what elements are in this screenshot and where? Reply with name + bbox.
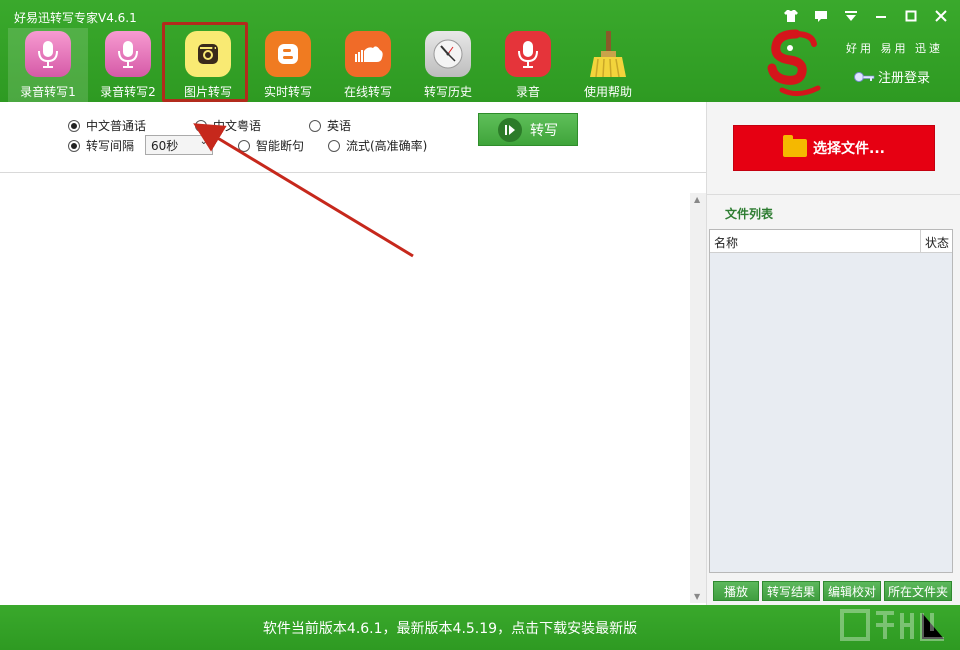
play-icon	[498, 117, 522, 142]
radio-indicator	[195, 119, 207, 132]
interval-select[interactable]: 60秒 ⌄	[145, 135, 213, 155]
toolbar-item-label: 录音转写2	[100, 85, 156, 99]
chevron-down-icon: ⌄	[199, 136, 208, 147]
folder-icon	[783, 135, 808, 157]
toolbar-item-online-transcribe[interactable]: 在线转写	[328, 28, 408, 102]
blogger-icon	[265, 31, 311, 77]
open-folder-button[interactable]: 所在文件夹	[884, 581, 952, 601]
dropdown-menu-icon[interactable]	[840, 6, 862, 26]
select-file-button[interactable]: 选择文件...	[733, 125, 935, 171]
toolbar-item-record-transcribe-2[interactable]: 录音转写2	[88, 28, 168, 102]
instagram-camera-icon	[185, 31, 231, 77]
radio-label: 英语	[327, 119, 352, 133]
brand-slogan: 好用 易用 迅速	[846, 42, 943, 55]
file-list-title: 文件列表	[725, 207, 774, 221]
broom-icon	[585, 31, 631, 77]
radio-indicator	[238, 139, 250, 152]
toolbar-item-record-transcribe-1[interactable]: 录音转写1	[8, 28, 88, 102]
convert-button[interactable]: 转写	[478, 113, 578, 146]
update-notice-link[interactable]: 软件当前版本4.6.1，最新版本4.5.19，点击下载安装最新版	[263, 618, 637, 638]
divider	[707, 194, 960, 195]
table-header: 名称 状态	[710, 230, 952, 253]
radio-mandarin[interactable]: 中文普通话	[68, 117, 146, 134]
message-icon[interactable]	[810, 6, 832, 26]
radio-interval[interactable]: 转写间隔	[68, 137, 134, 154]
column-divider	[920, 230, 921, 252]
key-icon	[854, 71, 875, 82]
toolbar-item-label: 使用帮助	[583, 85, 632, 99]
radio-label: 转写间隔	[86, 139, 135, 153]
login-link[interactable]: 注册登录	[854, 67, 930, 86]
edit-proofread-button[interactable]: 编辑校对	[823, 581, 881, 601]
minimize-icon[interactable]	[870, 6, 892, 26]
radio-streaming[interactable]: 流式(高准确率)	[328, 137, 427, 154]
soundcloud-icon	[345, 31, 391, 77]
radio-label: 流式(高准确率)	[346, 139, 428, 153]
toolbar-item-label: 实时转写	[263, 85, 312, 99]
watermark-logo	[840, 600, 960, 650]
header-bar: 好易迅转写专家V4.6.1 录音转写1 录音转写2 图片转写 实时转写 在线转写…	[0, 0, 960, 102]
toolbar-item-label: 转写历史	[423, 85, 472, 99]
microphone-pink-icon	[25, 31, 71, 77]
convert-label: 转写	[530, 122, 558, 139]
radio-english[interactable]: 英语	[309, 117, 351, 134]
microphone-red-icon	[505, 31, 551, 77]
radio-cantonese[interactable]: 中文粤语	[195, 117, 261, 134]
toolbar-item-image-transcribe[interactable]: 图片转写	[162, 22, 248, 102]
file-list-table[interactable]: 名称 状态	[709, 229, 953, 573]
toolbar-item-realtime-transcribe[interactable]: 实时转写	[248, 28, 328, 102]
app-window: 好易迅转写专家V4.6.1 录音转写1 录音转写2 图片转写 实时转写 在线转写…	[0, 0, 960, 650]
toolbar-item-help[interactable]: 使用帮助	[568, 28, 648, 102]
skin-icon[interactable]	[780, 6, 802, 26]
transcription-text-area[interactable]	[6, 175, 688, 603]
toolbar-item-label: 图片转写	[183, 85, 232, 99]
column-header-name[interactable]: 名称	[714, 234, 738, 251]
toolbar-item-label: 录音	[515, 85, 540, 99]
radio-indicator	[68, 139, 80, 152]
toolbar-item-history[interactable]: 转写历史	[408, 28, 488, 102]
select-file-label: 选择文件...	[813, 141, 885, 157]
status-bar: 软件当前版本4.6.1，最新版本4.5.19，点击下载安装最新版	[0, 605, 960, 650]
window-controls	[780, 6, 952, 26]
maximize-icon[interactable]	[900, 6, 922, 26]
app-title: 好易迅转写专家V4.6.1	[14, 11, 137, 25]
options-panel: 中文普通话 中文粤语 英语 转写间隔 60秒 ⌄ 智能断句 流式(高准确率) 转…	[0, 102, 706, 173]
right-panel: 选择文件... 文件列表 名称 状态 播放 转写结果 编辑校对 所在文件夹	[706, 102, 960, 605]
play-button[interactable]: 播放	[713, 581, 759, 601]
main-toolbar: 录音转写1 录音转写2 图片转写 实时转写 在线转写 转写历史 录音 使用帮助	[8, 22, 648, 102]
clock-icon	[425, 31, 471, 77]
radio-indicator	[328, 139, 340, 152]
scroll-down-icon[interactable]: ▼	[694, 592, 700, 601]
radio-indicator	[309, 119, 321, 132]
transcribe-result-button[interactable]: 转写结果	[762, 581, 820, 601]
login-label: 注册登录	[878, 71, 931, 86]
brand-logo-icon	[767, 29, 821, 96]
close-icon[interactable]	[930, 6, 952, 26]
toolbar-item-record[interactable]: 录音	[488, 28, 568, 102]
scroll-up-icon[interactable]: ▲	[694, 195, 700, 204]
radio-label: 中文粤语	[213, 119, 262, 133]
toolbar-item-label: 录音转写1	[20, 85, 76, 99]
radio-label: 智能断句	[256, 139, 305, 153]
toolbar-item-label: 在线转写	[343, 85, 392, 99]
file-action-buttons: 播放 转写结果 编辑校对 所在文件夹	[713, 581, 952, 601]
brand-area: 好用 易用 迅速 注册登录	[760, 28, 950, 102]
radio-smart-segment[interactable]: 智能断句	[238, 137, 304, 154]
interval-value: 60秒	[151, 138, 179, 153]
radio-indicator	[68, 119, 80, 132]
column-header-status[interactable]: 状态	[925, 234, 949, 251]
microphone-pink-icon	[105, 31, 151, 77]
vertical-scrollbar[interactable]: ▲ ▼	[690, 193, 706, 603]
radio-label: 中文普通话	[86, 119, 147, 133]
